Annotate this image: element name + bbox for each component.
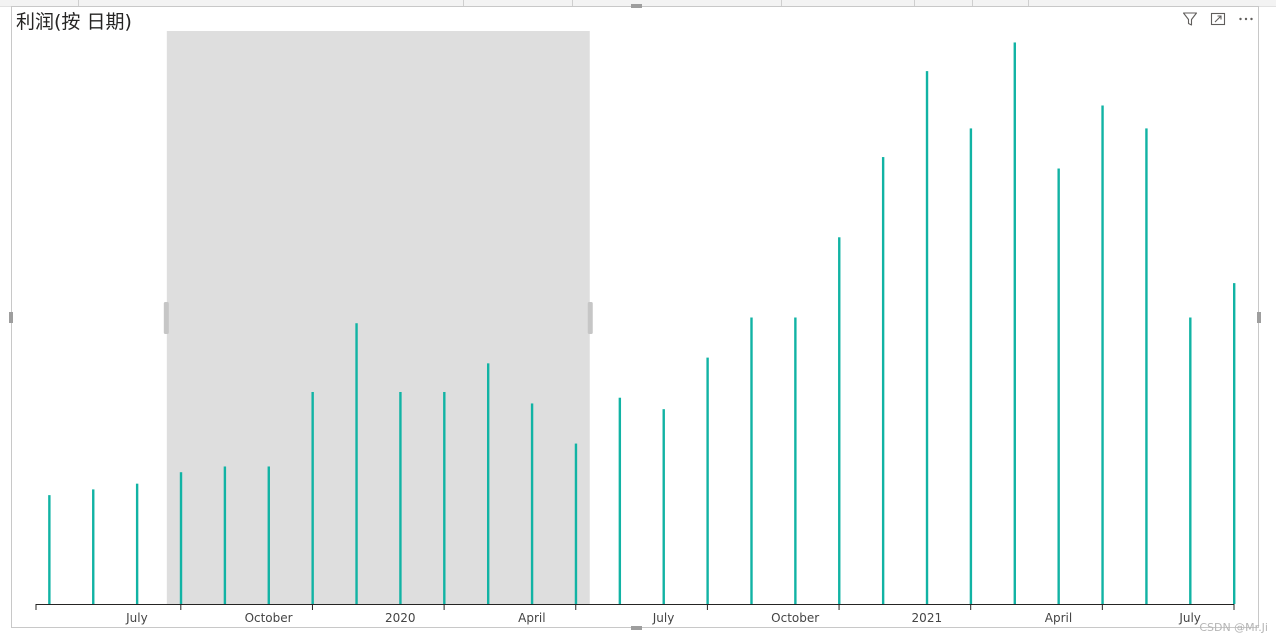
bar[interactable] [574, 443, 578, 604]
bar[interactable] [1233, 283, 1236, 604]
bar[interactable] [311, 391, 314, 604]
watermark: CSDN @Mr.Ji [1199, 621, 1268, 634]
bar[interactable] [267, 466, 270, 604]
bar[interactable] [969, 128, 973, 604]
bar[interactable] [662, 409, 665, 604]
bar[interactable] [1013, 42, 1016, 604]
x-tick-label: July [125, 611, 148, 625]
bar[interactable] [1189, 317, 1192, 605]
bar[interactable] [399, 391, 402, 604]
selection-region [166, 31, 590, 604]
bar[interactable] [838, 237, 841, 604]
bar[interactable] [135, 483, 139, 604]
bar[interactable] [179, 472, 183, 604]
x-tick-label: October [245, 611, 293, 625]
x-tick-label: 2021 [912, 611, 943, 625]
bar[interactable] [443, 391, 446, 604]
selection-handle-right[interactable] [587, 302, 593, 334]
bar[interactable] [925, 71, 929, 605]
bar[interactable] [223, 466, 227, 604]
bar[interactable] [1101, 105, 1104, 605]
bar[interactable] [1057, 168, 1060, 604]
bar[interactable] [48, 495, 51, 604]
bar[interactable] [794, 317, 797, 605]
bar[interactable] [530, 403, 534, 604]
bar[interactable] [618, 397, 622, 604]
x-tick-label: October [771, 611, 819, 625]
bar[interactable] [706, 357, 709, 604]
bar[interactable] [750, 317, 753, 605]
bar[interactable] [486, 363, 490, 604]
x-tick-label: April [1045, 611, 1072, 625]
bar[interactable] [1145, 128, 1148, 604]
chart-plot[interactable]: July October 2020 April July October 2021 April… [0, 0, 1276, 642]
bar[interactable] [355, 323, 358, 604]
x-tick-label: 2020 [385, 611, 416, 625]
selection-handle-left[interactable] [163, 302, 169, 334]
bar[interactable] [881, 157, 885, 604]
x-tick-label: July [1178, 611, 1201, 625]
x-tick-label: July [652, 611, 675, 625]
x-tick-label: April [518, 611, 545, 625]
bar[interactable] [92, 489, 95, 604]
